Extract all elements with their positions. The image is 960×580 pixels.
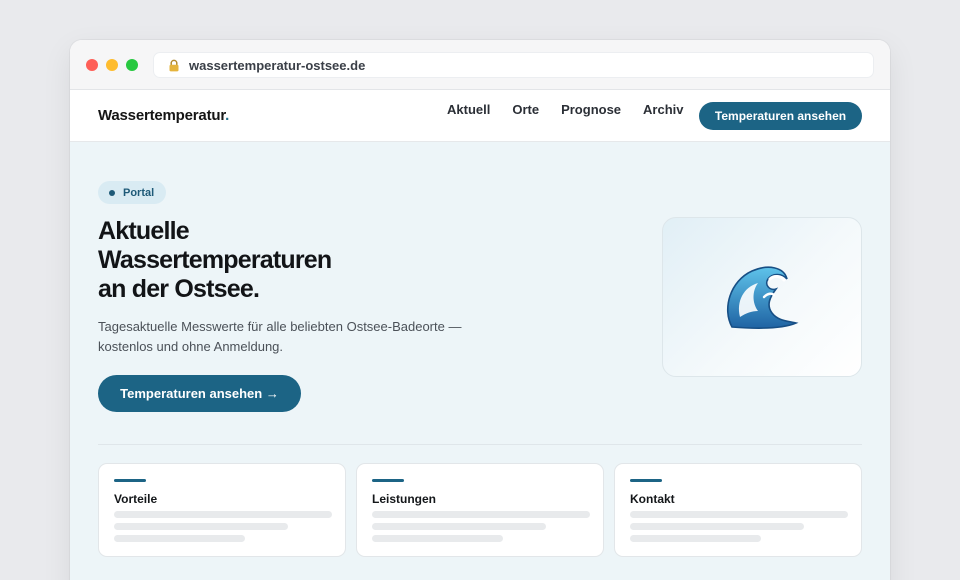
badge-dot-icon (109, 189, 115, 196)
nav-link-prognose[interactable]: Prognose (561, 102, 621, 117)
nav-link-orte[interactable]: Orte (512, 102, 539, 117)
placeholder-line (372, 535, 503, 542)
title-line-2: Wassertemperaturen (98, 246, 332, 274)
placeholder-line (114, 511, 332, 518)
card-title: Kontakt (630, 492, 675, 506)
card-accent-bar (372, 479, 404, 482)
badge-label: Portal (123, 186, 155, 199)
browser-chrome: wassertemperatur-ostsee.de (70, 40, 890, 90)
hero-image-card (662, 217, 862, 377)
main-nav: Aktuell Orte Prognose Archiv (447, 102, 684, 117)
lock-icon (168, 59, 180, 72)
card-title: Vorteile (114, 492, 158, 506)
hero-section: Portal Aktuelle Wassertemperaturen an de… (70, 142, 890, 580)
title-line-1: Aktuelle (98, 217, 190, 245)
maximize-window-button[interactable] (126, 59, 138, 71)
placeholder-line (114, 535, 245, 542)
placeholder-line (114, 523, 288, 530)
minimize-window-button[interactable] (106, 59, 118, 71)
hero-cta-button[interactable]: Temperaturen ansehen → (98, 375, 301, 412)
close-window-button[interactable] (86, 59, 98, 71)
description-line-2: kostenlos und ohne Anmeldung. (98, 339, 284, 354)
placeholder-line (372, 511, 590, 518)
placeholder-line (630, 535, 761, 542)
site-logo[interactable]: Wassertemperatur. (98, 107, 229, 124)
title-line-3: an der Ostsee. (98, 275, 260, 303)
hero-description: Tagesaktuelle Messwerte für alle beliebt… (98, 317, 498, 357)
card-accent-bar (630, 479, 662, 482)
card-leistungen[interactable]: Leistungen (356, 463, 604, 557)
address-bar[interactable]: wassertemperatur-ostsee.de (153, 52, 874, 78)
description-line-1: Tagesaktuelle Messwerte für alle beliebt… (98, 319, 462, 334)
placeholder-line (372, 523, 546, 530)
page-title: Aktuelle Wassertemperaturen an der Ostse… (98, 217, 418, 304)
header-cta-button[interactable]: Temperaturen ansehen (699, 102, 862, 130)
browser-window: wassertemperatur-ostsee.de Wassertempera… (70, 40, 890, 580)
card-accent-bar (114, 479, 146, 482)
card-title: Leistungen (372, 492, 437, 506)
wave-icon (727, 266, 799, 329)
feature-cards: Vorteile Leistungen Kontakt (98, 463, 862, 557)
brand-name: Wassertemperatur (98, 107, 226, 124)
card-kontakt[interactable]: Kontakt (614, 463, 862, 557)
url-text: wassertemperatur-ostsee.de (189, 57, 366, 73)
portal-badge: Portal (98, 181, 167, 204)
section-divider (98, 444, 862, 445)
placeholder-line (630, 523, 804, 530)
card-vorteile[interactable]: Vorteile (98, 463, 346, 557)
brand-dot: . (225, 107, 230, 124)
nav-link-aktuell[interactable]: Aktuell (447, 102, 490, 117)
site-header: Wassertemperatur. Aktuell Orte Prognose … (70, 90, 890, 142)
nav-link-archiv[interactable]: Archiv (643, 102, 683, 117)
placeholder-line (630, 511, 848, 518)
